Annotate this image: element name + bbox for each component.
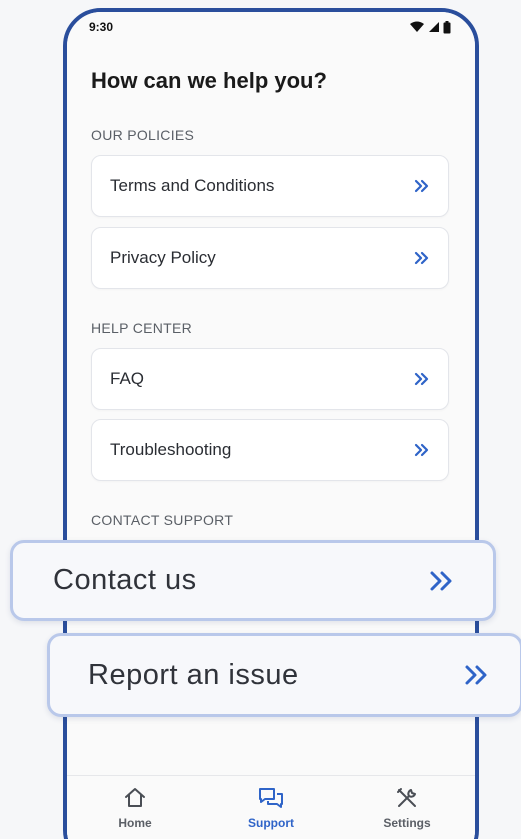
nav-label: Home [118,816,152,830]
nav-label: Support [248,816,294,830]
bottom-nav: Home Support Settings [67,775,475,839]
row-label: Privacy Policy [110,248,216,267]
row-label: Troubleshooting [110,440,232,459]
chevron-double-right-icon [429,570,455,592]
page-title: How can we help you? [91,68,327,93]
privacy-policy-row[interactable]: Privacy Policy [91,227,449,289]
troubleshooting-row[interactable]: Troubleshooting [91,419,449,481]
status-time: 9:30 [89,20,114,34]
status-icons [409,20,451,34]
home-icon [125,788,145,807]
row-label: FAQ [110,369,145,388]
battery-icon [443,20,451,33]
chat-icon [259,788,283,808]
status-bar: 9:30 [67,12,475,42]
tools-icon [397,788,416,807]
section-label-help-center: HELP CENTER [91,320,193,336]
stage: 9:30 How can we help you? OUR POLICIES T… [0,0,521,839]
wifi-icon [410,21,424,32]
section-label-contact-support: CONTACT SUPPORT [91,512,234,528]
chevron-double-right-icon [464,664,490,686]
report-an-issue-row[interactable]: Report an issue [47,633,521,717]
row-label: Terms and Conditions [110,176,275,195]
signal-icon [429,22,439,32]
chevron-double-right-icon [414,443,430,457]
chevron-double-right-icon [414,372,430,386]
contact-us-row[interactable]: Contact us [10,540,496,621]
nav-settings[interactable]: Settings [352,786,462,830]
nav-home[interactable]: Home [80,786,190,830]
row-label: Report an issue [88,658,299,691]
chevron-double-right-icon [414,179,430,193]
faq-row[interactable]: FAQ [91,348,449,410]
section-label-policies: OUR POLICIES [91,127,195,143]
nav-support[interactable]: Support [216,786,326,830]
terms-and-conditions-row[interactable]: Terms and Conditions [91,155,449,217]
chevron-double-right-icon [414,251,430,265]
nav-label: Settings [383,816,431,830]
row-label: Contact us [53,564,197,596]
